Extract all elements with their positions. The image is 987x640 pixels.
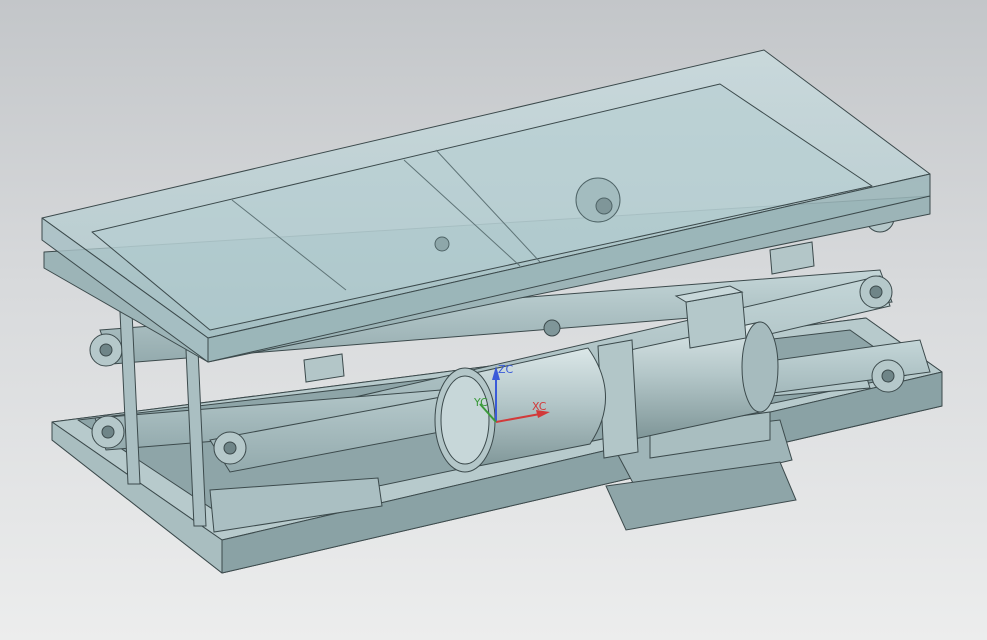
model-view[interactable]: ZC YC XC <box>0 0 987 640</box>
zc-label: ZC <box>498 363 514 376</box>
xc-label: XC <box>532 400 547 413</box>
yc-label: YC <box>473 396 488 409</box>
cad-graphics-viewport[interactable]: ZC YC XC <box>0 0 987 640</box>
